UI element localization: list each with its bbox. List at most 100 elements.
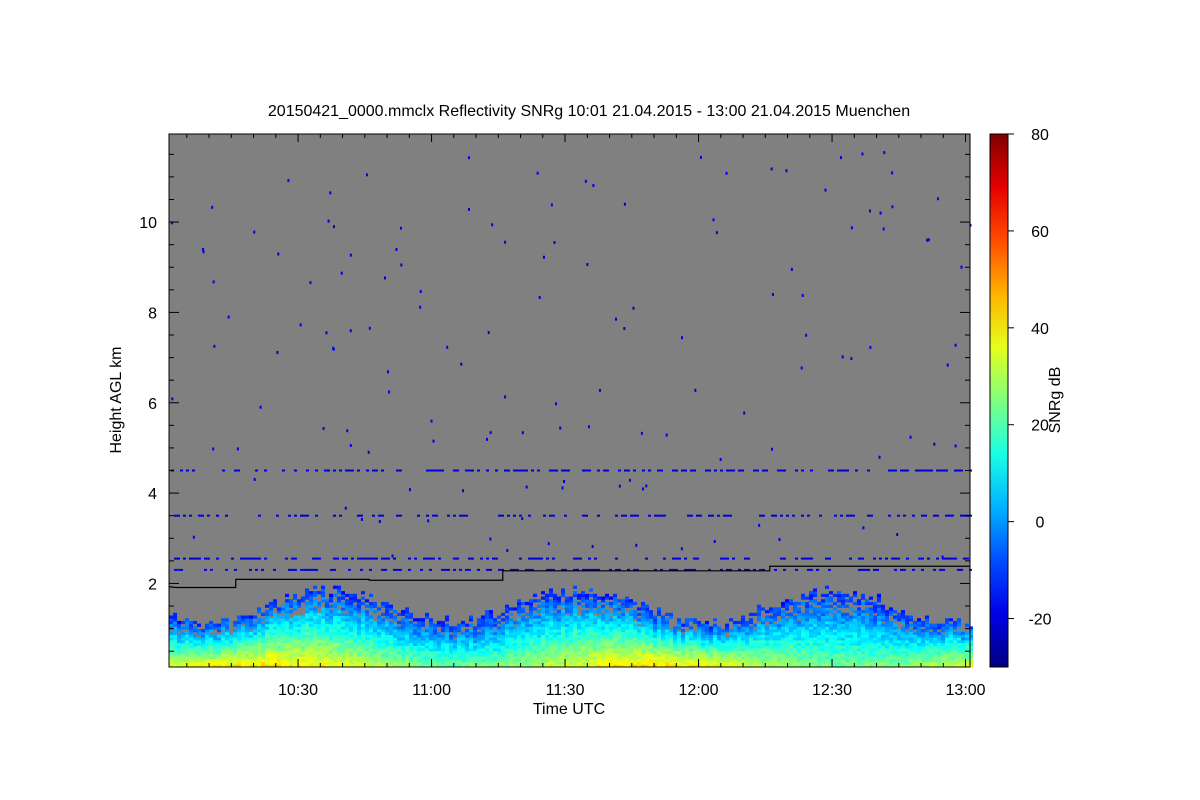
echo-layer-point [453, 557, 456, 560]
noise-point [926, 238, 929, 242]
echo-cell [793, 601, 797, 606]
echo-layer-point [441, 568, 444, 571]
echo-cell [737, 626, 741, 630]
echo-cell [853, 591, 857, 595]
echo-layer-point [690, 469, 693, 472]
echo-layer-point [858, 557, 861, 560]
noise-point [719, 458, 722, 462]
echo-cell [381, 601, 385, 606]
echo-cell [461, 620, 465, 625]
noise-point [400, 263, 403, 267]
echo-cell [513, 607, 517, 611]
echo-layer-point [939, 469, 942, 472]
echo-cell [541, 596, 545, 600]
echo-layer-point [624, 469, 627, 472]
echo-layer-point [732, 469, 735, 472]
echo-cell [909, 629, 913, 633]
echo-layer-point [726, 557, 729, 560]
echo-cell [877, 604, 881, 608]
echo-layer-point [582, 469, 585, 472]
echo-cell [845, 599, 849, 603]
echo-cell [249, 615, 253, 619]
echo-layer-point [480, 557, 483, 560]
echo-layer-point [888, 469, 891, 472]
noise-point [277, 252, 280, 256]
noise-point [927, 238, 930, 242]
echo-layer-point [942, 568, 945, 571]
echo-cell [441, 634, 445, 638]
noise-point [563, 479, 566, 483]
echo-cell [425, 626, 429, 630]
echo-layer-point [945, 557, 948, 560]
echo-layer-point [630, 514, 633, 517]
echo-layer-point [357, 557, 360, 560]
echo-cell [821, 599, 825, 603]
echo-cell [501, 618, 505, 622]
echo-cell [289, 599, 293, 603]
echo-layer-point [819, 514, 822, 517]
echo-cell [505, 615, 509, 619]
echo-cell [209, 620, 213, 625]
echo-cell [373, 601, 377, 606]
echo-cell [537, 615, 541, 619]
echo-layer-point [453, 514, 456, 517]
echo-cell [913, 620, 917, 625]
echo-layer-point [351, 469, 354, 472]
echo-cell [397, 620, 401, 625]
echo-layer-point [501, 514, 504, 517]
y-tick-label: 6 [148, 396, 157, 413]
echo-layer-point [429, 568, 432, 571]
echo-layer-point [186, 469, 189, 472]
echo-layer-point [864, 568, 867, 571]
echo-layer-point [810, 469, 813, 472]
noise-point [547, 542, 550, 546]
echo-layer-point [459, 568, 462, 571]
echo-layer-point [786, 514, 789, 517]
echo-layer-point [333, 469, 336, 472]
noise-point [360, 517, 363, 521]
echo-layer-point [732, 557, 735, 560]
echo-cell [549, 588, 553, 592]
noise-point [681, 336, 684, 340]
noise-point [598, 388, 601, 392]
noise-point [909, 435, 912, 439]
echo-cell [829, 610, 833, 614]
echo-layer-point [912, 514, 915, 517]
echo-layer-point [249, 557, 252, 560]
echo-cell [613, 593, 617, 598]
echo-layer-point [327, 469, 330, 472]
echo-cell [697, 620, 701, 625]
echo-cell [361, 591, 365, 595]
echo-cell [701, 623, 705, 627]
echo-cell [381, 618, 385, 622]
noise-point [694, 388, 697, 392]
echo-layer-point [312, 568, 315, 571]
echo-cell [389, 612, 393, 617]
echo-layer-point [216, 557, 219, 560]
echo-layer-point [792, 514, 795, 517]
echo-cell [841, 593, 845, 598]
echo-cell [333, 585, 337, 589]
echo-cell [457, 623, 461, 627]
echo-cell [329, 593, 333, 598]
echo-cell [197, 629, 201, 633]
echo-layer-point [930, 469, 933, 472]
echo-layer-point [498, 568, 501, 571]
noise-point [542, 255, 545, 259]
noise-point [427, 519, 430, 523]
echo-cell [905, 615, 909, 619]
echo-layer-point [324, 469, 327, 472]
echo-layer-point [246, 557, 249, 560]
echo-layer-point [867, 514, 870, 517]
noise-point [525, 485, 528, 489]
echo-layer-point [453, 568, 456, 571]
echo-layer-point [294, 514, 297, 517]
echo-cell [189, 620, 193, 625]
echo-cell [209, 634, 213, 638]
echo-layer-point [588, 557, 591, 560]
noise-point [891, 205, 894, 209]
noise-point [506, 549, 509, 553]
echo-cell [533, 599, 537, 603]
echo-layer-point [921, 557, 924, 560]
echo-cell [373, 620, 377, 625]
